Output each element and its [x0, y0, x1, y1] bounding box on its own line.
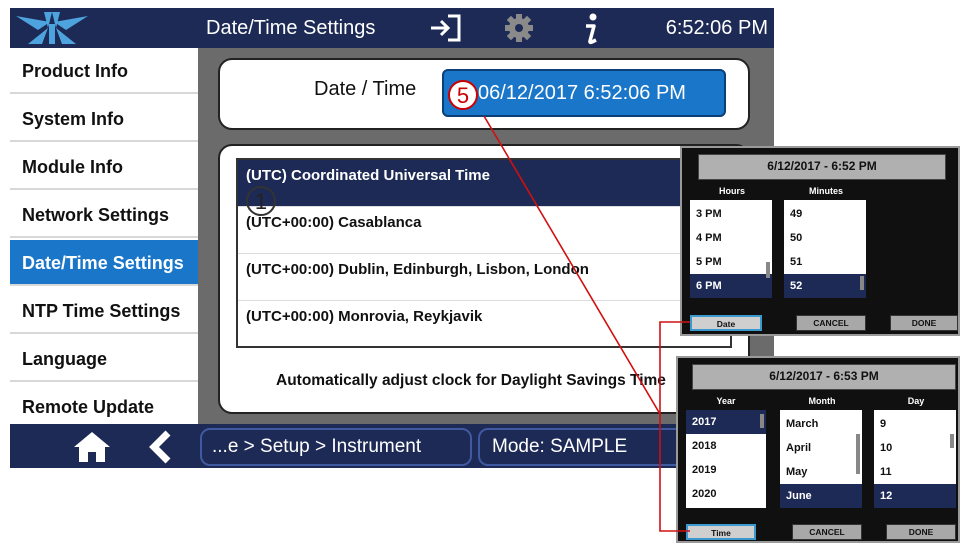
- hours-header: Hours: [718, 186, 745, 196]
- cancel-button[interactable]: CANCEL: [796, 315, 866, 331]
- date-popup-title: 6/12/2017 - 6:53 PM: [692, 364, 956, 390]
- minutes-scrollbar[interactable]: [860, 276, 864, 290]
- year-option[interactable]: 2019: [686, 458, 766, 482]
- logo-icon: [16, 12, 88, 44]
- sidebar-item-ntp-time-settings[interactable]: NTP Time Settings: [10, 288, 198, 334]
- datetime-label: Date / Time: [314, 78, 417, 100]
- month-option[interactable]: June: [780, 484, 862, 508]
- home-icon[interactable]: [72, 430, 112, 464]
- hour-option[interactable]: 4 PM: [690, 226, 772, 250]
- day-option[interactable]: 11: [874, 460, 956, 484]
- dst-checkbox-label[interactable]: Automatically adjust clock for Daylight …: [276, 372, 666, 390]
- timezone-item[interactable]: (UTC+00:00) Monrovia, Reykjavik: [238, 301, 730, 346]
- clock-display: 6:52:06 PM: [665, 17, 768, 39]
- breadcrumb[interactable]: ...e > Setup > Instrument: [200, 428, 472, 466]
- month-scrollbar[interactable]: [856, 434, 860, 474]
- date-button[interactable]: Date: [690, 315, 762, 331]
- time-picker-popup: 6/12/2017 - 6:52 PM Hours Minutes 3 PM 4…: [680, 146, 960, 336]
- time-popup-title: 6/12/2017 - 6:52 PM: [698, 154, 946, 180]
- timezone-item[interactable]: (UTC+00:00) Dublin, Edinburgh, Lisbon, L…: [238, 254, 730, 301]
- minute-option[interactable]: 51: [784, 250, 866, 274]
- month-column[interactable]: March April May June: [780, 410, 862, 508]
- day-column[interactable]: 9 10 11 12: [874, 410, 956, 508]
- date-picker-popup: 6/12/2017 - 6:53 PM Year Month Day 2017 …: [676, 356, 960, 543]
- month-header: Month: [808, 396, 836, 406]
- cancel-button[interactable]: CANCEL: [792, 524, 862, 540]
- back-icon[interactable]: [146, 430, 174, 464]
- day-scrollbar[interactable]: [950, 434, 954, 448]
- year-option[interactable]: 2018: [686, 434, 766, 458]
- sidebar-item-product-info[interactable]: Product Info: [10, 48, 198, 94]
- sidebar-item-module-info[interactable]: Module Info: [10, 144, 198, 190]
- done-button[interactable]: DONE: [886, 524, 956, 540]
- datetime-button[interactable]: 06/12/2017 6:52:06 PM: [442, 69, 726, 117]
- done-button[interactable]: DONE: [890, 315, 958, 331]
- year-scrollbar[interactable]: [760, 414, 764, 428]
- sidebar-item-network-settings[interactable]: Network Settings: [10, 192, 198, 238]
- hours-scrollbar[interactable]: [766, 262, 770, 278]
- info-icon[interactable]: [580, 12, 604, 46]
- sidebar-item-system-info[interactable]: System Info: [10, 96, 198, 142]
- timezone-item[interactable]: (UTC) Coordinated Universal Time: [238, 160, 730, 207]
- hours-column[interactable]: 3 PM 4 PM 5 PM 6 PM: [690, 200, 772, 298]
- hour-option[interactable]: 3 PM: [690, 202, 772, 226]
- minute-option[interactable]: 49: [784, 202, 866, 226]
- timezone-item[interactable]: (UTC+00:00) Casablanca: [238, 207, 730, 254]
- page-title: Date/Time Settings: [206, 17, 376, 39]
- hour-option[interactable]: 5 PM: [690, 250, 772, 274]
- day-option[interactable]: 9: [874, 412, 956, 436]
- sidebar-item-date-time-settings[interactable]: Date/Time Settings: [10, 240, 198, 286]
- month-option[interactable]: April: [780, 436, 862, 460]
- minutes-column[interactable]: 49 50 51 52: [784, 200, 866, 298]
- day-header: Day: [907, 396, 925, 406]
- month-option[interactable]: May: [780, 460, 862, 484]
- year-column[interactable]: 2017 2018 2019 2020: [686, 410, 766, 508]
- timezone-list: (UTC) Coordinated Universal Time (UTC+00…: [236, 158, 732, 348]
- year-header: Year: [716, 396, 736, 406]
- day-option[interactable]: 10: [874, 436, 956, 460]
- hour-option[interactable]: 6 PM: [690, 274, 772, 298]
- sidebar-item-language[interactable]: Language: [10, 336, 198, 382]
- callout-1: 1: [246, 186, 276, 216]
- callout-5: 5: [448, 80, 478, 110]
- gear-icon[interactable]: [504, 13, 534, 43]
- minutes-header: Minutes: [808, 186, 843, 196]
- sidebar: Product Info System Info Module Info Net…: [10, 48, 198, 430]
- day-option[interactable]: 12: [874, 484, 956, 508]
- month-option[interactable]: March: [780, 412, 862, 436]
- year-option[interactable]: 2020: [686, 482, 766, 506]
- year-option[interactable]: 2017: [686, 410, 766, 434]
- time-button[interactable]: Time: [686, 524, 756, 540]
- exit-icon[interactable]: [428, 14, 462, 42]
- minute-option[interactable]: 52: [784, 274, 866, 298]
- minute-option[interactable]: 50: [784, 226, 866, 250]
